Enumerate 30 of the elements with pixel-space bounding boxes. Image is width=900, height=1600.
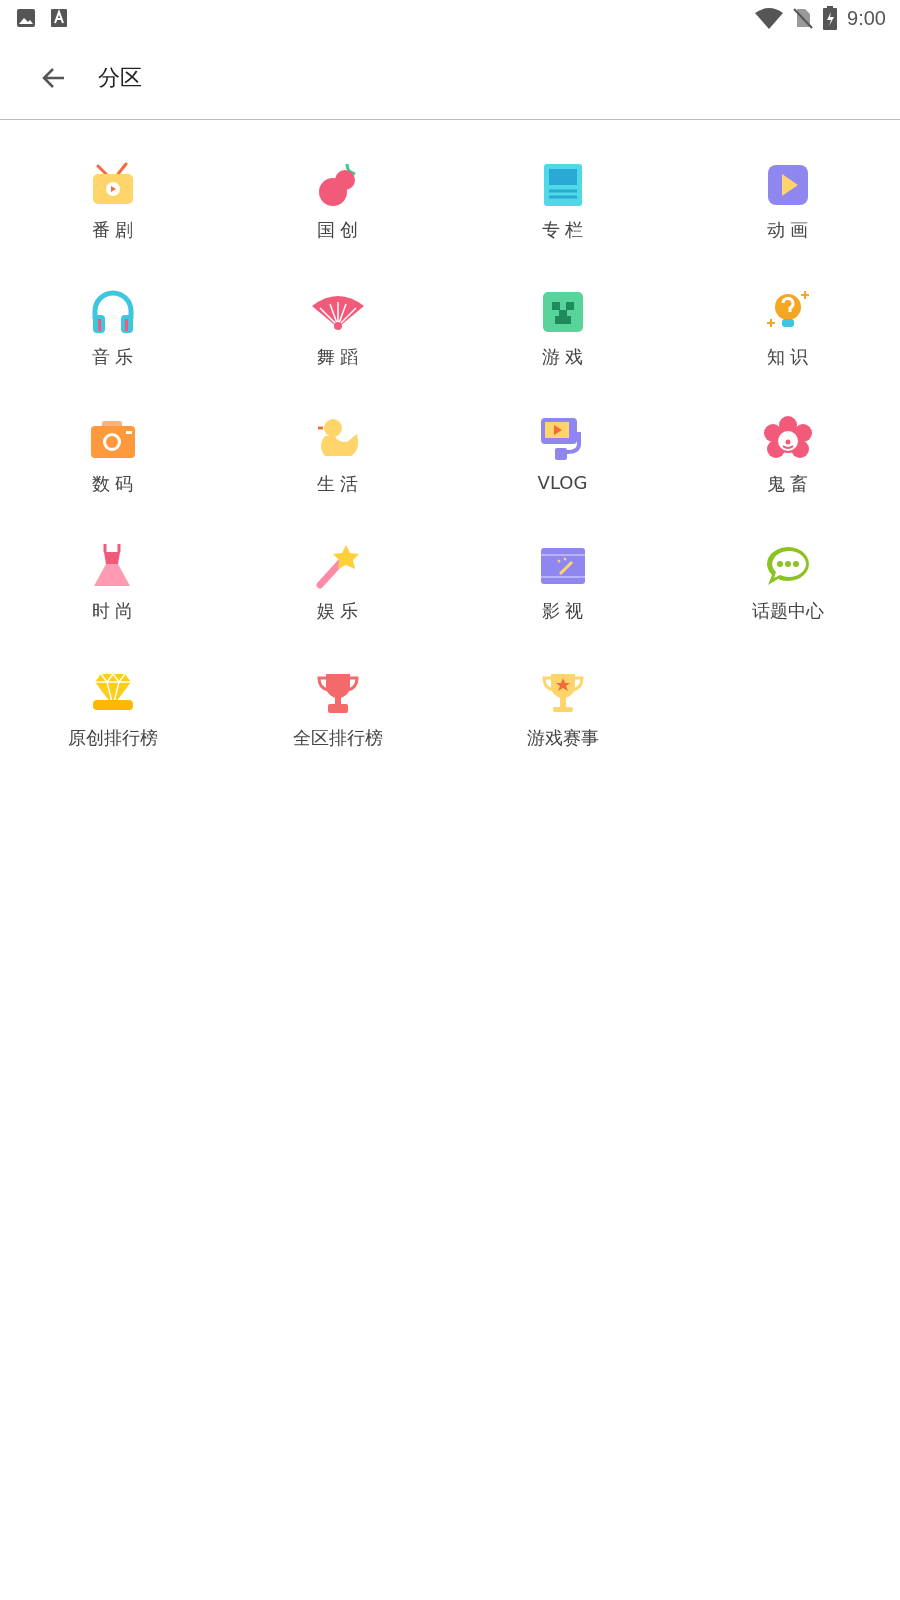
- category-button[interactable]: 番 剧: [81, 156, 144, 267]
- category-button[interactable]: 影 视: [531, 537, 594, 648]
- chat-icon: [764, 545, 811, 587]
- category-button[interactable]: 游 戏: [531, 283, 594, 394]
- category-button[interactable]: 音 乐: [81, 283, 144, 394]
- film-icon: [539, 546, 586, 586]
- wifi-icon: [755, 7, 784, 29]
- font-icon: [50, 8, 68, 28]
- category-button[interactable]: 专 栏: [531, 156, 594, 267]
- category-button[interactable]: 生 活: [306, 410, 369, 521]
- category-button[interactable]: VLOG: [529, 410, 596, 521]
- battery-icon: [823, 6, 838, 30]
- camera-icon: [89, 419, 136, 459]
- category-button[interactable]: 知 识: [756, 283, 819, 394]
- category-button[interactable]: 鬼 畜: [755, 410, 820, 521]
- category-button[interactable]: 时 尚: [83, 537, 142, 648]
- category-button[interactable]: 国 创: [306, 156, 369, 267]
- no-sim-icon: [793, 7, 814, 29]
- category-button[interactable]: 动 画: [756, 156, 819, 267]
- category-button[interactable]: 全区排行榜: [284, 664, 391, 775]
- image-icon: [16, 8, 36, 28]
- page-title: 分区: [98, 63, 142, 92]
- category-button[interactable]: 游戏赛事: [518, 664, 607, 775]
- category-button[interactable]: 舞 蹈: [301, 283, 374, 394]
- category-button[interactable]: 数 码: [81, 410, 144, 521]
- category-button[interactable]: 原创排行榜: [59, 664, 166, 775]
- wand-icon: [313, 543, 362, 589]
- category-button[interactable]: 话题中心: [743, 537, 832, 648]
- category-button[interactable]: 娱 乐: [305, 537, 370, 648]
- status-time: 9:00: [847, 6, 886, 30]
